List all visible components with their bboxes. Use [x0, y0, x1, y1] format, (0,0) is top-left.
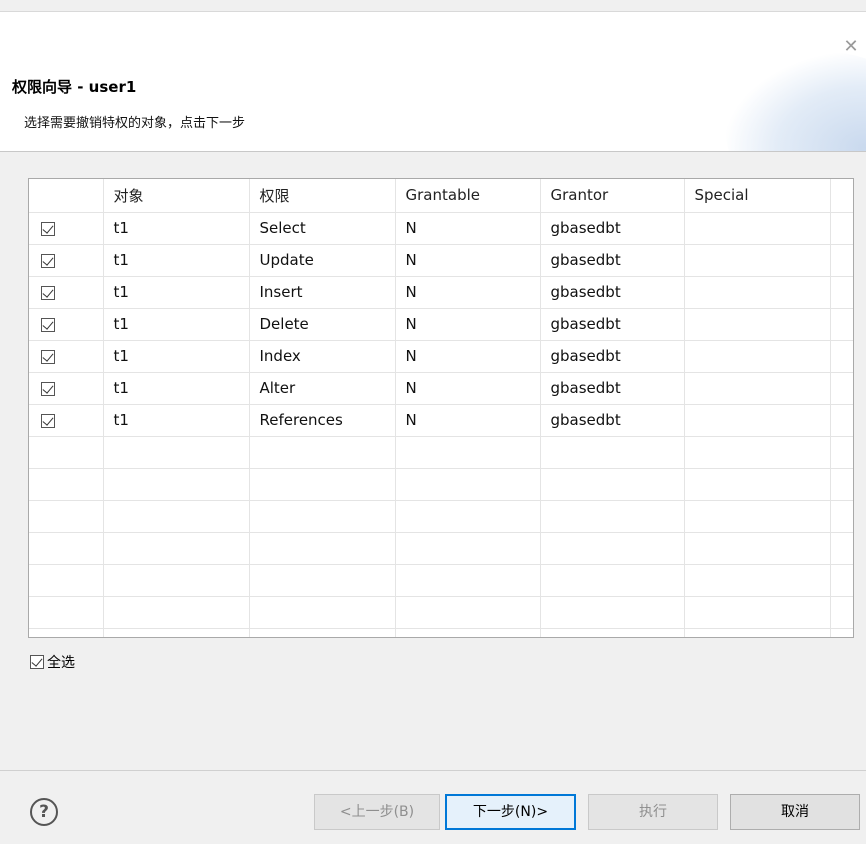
empty-row — [29, 436, 853, 469]
cell-privilege: Select — [249, 212, 396, 245]
column-header-check[interactable] — [29, 179, 104, 213]
table-row[interactable]: t1 Index N gbasedbt — [29, 340, 853, 373]
cell-object: t1 — [103, 244, 250, 277]
cell-grantor: gbasedbt — [540, 244, 685, 277]
cell-object: t1 — [103, 404, 250, 437]
cell-grantor: gbasedbt — [540, 308, 685, 341]
column-header-grantor[interactable]: Grantor — [540, 179, 685, 213]
table-row[interactable]: t1 Delete N gbasedbt — [29, 308, 853, 341]
window-top-border — [0, 0, 866, 12]
empty-row — [29, 596, 853, 629]
cell-special — [684, 212, 831, 245]
empty-row — [29, 564, 853, 597]
back-button[interactable]: <上一步(B) — [314, 794, 440, 830]
row-checkbox[interactable] — [41, 413, 55, 428]
cell-grantable: N — [395, 340, 541, 373]
cell-grantable: N — [395, 308, 541, 341]
header-decoration — [726, 52, 866, 151]
cell-object: t1 — [103, 340, 250, 373]
close-icon[interactable]: ✕ — [842, 38, 860, 56]
privilege-table: 对象 权限 Grantable Grantor Special t1 Selec… — [28, 178, 854, 638]
cell-grantor: gbasedbt — [540, 212, 685, 245]
row-checkbox[interactable] — [41, 381, 55, 396]
row-checkbox[interactable] — [41, 221, 55, 236]
table-header-row: 对象 权限 Grantable Grantor Special — [29, 179, 853, 213]
cell-grantable: N — [395, 212, 541, 245]
cell-grantable: N — [395, 404, 541, 437]
cell-special — [684, 404, 831, 437]
column-header-privilege[interactable]: 权限 — [249, 179, 396, 213]
footer-divider — [0, 770, 866, 771]
row-checkbox[interactable] — [41, 253, 55, 268]
cell-object: t1 — [103, 276, 250, 309]
select-all-checkbox[interactable]: 全选 — [30, 652, 75, 672]
table-row[interactable]: t1 Select N gbasedbt — [29, 212, 853, 245]
row-checkbox[interactable] — [41, 349, 55, 364]
cell-grantor: gbasedbt — [540, 340, 685, 373]
cell-special — [684, 340, 831, 373]
page-title: 权限向导 - user1 — [12, 78, 137, 96]
help-icon[interactable]: ? — [30, 798, 58, 826]
row-checkbox[interactable] — [41, 317, 55, 332]
cell-privilege: Index — [249, 340, 396, 373]
cell-grantable: N — [395, 372, 541, 405]
table-row[interactable]: t1 Alter N gbasedbt — [29, 372, 853, 405]
cell-special — [684, 276, 831, 309]
table-row[interactable]: t1 References N gbasedbt — [29, 404, 853, 437]
table-row[interactable]: t1 Insert N gbasedbt — [29, 276, 853, 309]
empty-row — [29, 628, 853, 637]
select-all-box[interactable] — [30, 655, 44, 669]
column-header-object[interactable]: 对象 — [103, 179, 250, 213]
cell-privilege: References — [249, 404, 396, 437]
cell-grantable: N — [395, 244, 541, 277]
cell-privilege: Alter — [249, 372, 396, 405]
column-header-special[interactable]: Special — [684, 179, 831, 213]
cell-special — [684, 308, 831, 341]
wizard-header: ✕ 权限向导 - user1 选择需要撤销特权的对象，点击下一步 — [0, 12, 866, 152]
cell-special — [684, 244, 831, 277]
empty-row — [29, 468, 853, 501]
cell-privilege: Delete — [249, 308, 396, 341]
execute-button[interactable]: 执行 — [588, 794, 718, 830]
table-row[interactable]: t1 Update N gbasedbt — [29, 244, 853, 277]
column-header-grantable[interactable]: Grantable — [395, 179, 541, 213]
cell-special — [684, 372, 831, 405]
cell-object: t1 — [103, 212, 250, 245]
next-button[interactable]: 下一步(N)> — [445, 794, 576, 830]
cell-privilege: Update — [249, 244, 396, 277]
cell-grantable: N — [395, 276, 541, 309]
page-subtitle: 选择需要撤销特权的对象，点击下一步 — [24, 116, 246, 131]
select-all-label: 全选 — [47, 655, 75, 671]
row-checkbox[interactable] — [41, 285, 55, 300]
cell-privilege: Insert — [249, 276, 396, 309]
cell-grantor: gbasedbt — [540, 372, 685, 405]
cancel-button[interactable]: 取消 — [730, 794, 860, 830]
empty-row — [29, 532, 853, 565]
cell-object: t1 — [103, 372, 250, 405]
column-header-filler — [830, 179, 853, 213]
cell-grantor: gbasedbt — [540, 404, 685, 437]
cell-grantor: gbasedbt — [540, 276, 685, 309]
empty-row — [29, 500, 853, 533]
cell-object: t1 — [103, 308, 250, 341]
